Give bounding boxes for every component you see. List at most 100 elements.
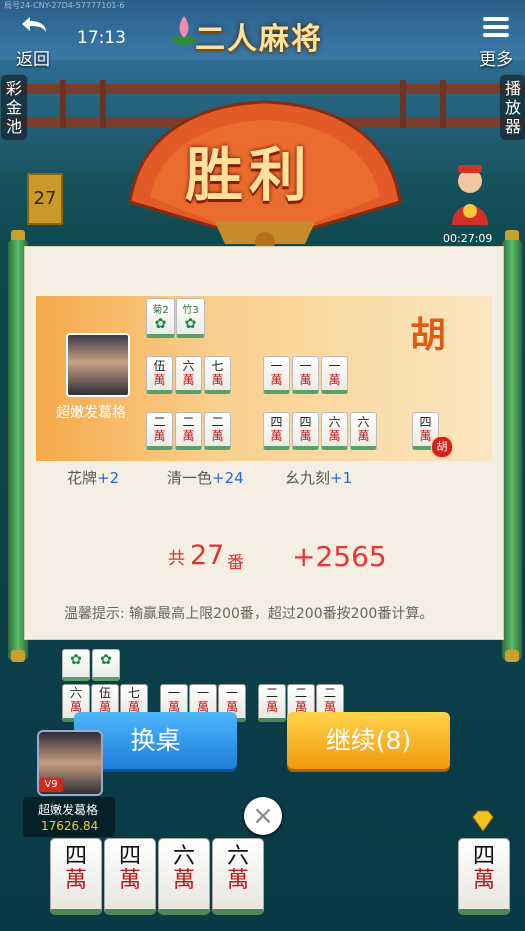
tile-num: 一 xyxy=(225,686,238,700)
fan-item: 花牌+2 xyxy=(67,467,119,488)
tile-num: 四 xyxy=(472,844,495,869)
jackpot-button[interactable]: 彩金池 xyxy=(0,74,28,141)
tile-num: 伍 xyxy=(153,359,166,373)
tile-num: 四 xyxy=(299,415,312,429)
menu-icon xyxy=(483,17,509,37)
hand-tile[interactable]: 四萬 xyxy=(104,838,156,915)
scroll-rod xyxy=(502,240,522,660)
player-button[interactable]: 播放器 xyxy=(499,74,525,141)
tile-num: 一 xyxy=(328,359,341,373)
tile-suit: 萬 xyxy=(153,429,166,443)
tile-num: 二 xyxy=(294,686,307,700)
flower-icon: ✿ xyxy=(100,652,112,668)
fan-item: 清一色+24 xyxy=(167,467,244,488)
table-tile: 二萬 xyxy=(258,684,286,722)
total-fan: 27 xyxy=(190,540,225,571)
tile-suit: 萬 xyxy=(182,429,195,443)
tile-suit: 萬 xyxy=(182,373,195,387)
tile-suit: 萬 xyxy=(64,868,87,893)
hand-tile[interactable]: 六萬 xyxy=(158,838,210,915)
total-prefix: 共 xyxy=(168,549,185,569)
tile-num: 七 xyxy=(127,686,140,700)
tile-suit: 萬 xyxy=(472,868,495,893)
tile: 四萬 xyxy=(263,412,290,450)
tile-suit: 萬 xyxy=(299,373,312,387)
tile-suit: 萬 xyxy=(270,429,283,443)
tile-suit: 萬 xyxy=(270,373,283,387)
winner-name: 超嫩发葛格 xyxy=(56,405,126,421)
flower-tile: 菊2 ✿ xyxy=(146,298,175,338)
tile-num: 一 xyxy=(299,359,312,373)
tile-num: 一 xyxy=(196,686,209,700)
more-label: 更多 xyxy=(479,50,513,70)
close-icon: × xyxy=(252,801,274,831)
scroll-cap xyxy=(505,650,519,662)
tile: 一萬 xyxy=(321,356,348,394)
hand-tile[interactable]: 四萬 xyxy=(50,838,102,915)
tile-num: 四 xyxy=(118,844,141,869)
tile-num: 一 xyxy=(270,359,283,373)
total-unit: 番 xyxy=(227,553,244,573)
back-label: 返回 xyxy=(16,50,50,70)
flower-icon: ✿ xyxy=(70,652,82,668)
railing-post xyxy=(440,80,446,128)
back-arrow-icon xyxy=(22,17,46,32)
fan-points: +1 xyxy=(330,469,353,487)
flower-name: 菊 xyxy=(152,305,163,316)
tile-num: 二 xyxy=(265,686,278,700)
tile-num: 六 xyxy=(172,844,195,869)
victory-title: 胜利 xyxy=(185,141,314,209)
tile-suit: 萬 xyxy=(172,868,195,893)
clock: 17:13 xyxy=(77,28,126,48)
tile: 一萬 xyxy=(263,356,290,394)
my-coins: 17626.84 xyxy=(41,819,99,833)
tile-suit: 萬 xyxy=(153,373,166,387)
railing-post xyxy=(60,80,66,128)
tile-suit: 萬 xyxy=(118,868,141,893)
game-title: 二人麻将 xyxy=(195,22,323,57)
hand-tile[interactable]: 六萬 xyxy=(212,838,264,915)
table-flower-tile: ✿ xyxy=(92,649,120,681)
fan-points: +2 xyxy=(97,469,120,487)
tile-num: 四 xyxy=(419,415,432,429)
hu-badge: 胡 xyxy=(431,436,453,458)
tile-num: 七 xyxy=(211,359,224,373)
fan-item: 幺九刻+1 xyxy=(285,467,352,488)
gem-icon xyxy=(472,810,494,832)
continue-button[interactable]: 继续(8) xyxy=(287,712,450,769)
table-flower-tile: ✿ xyxy=(62,649,90,681)
tile: 六萬 xyxy=(175,356,202,394)
tile-suit: 萬 xyxy=(226,868,249,893)
tile-num: 六 xyxy=(69,686,82,700)
fan-name: 花牌 xyxy=(67,469,98,487)
tile: 六萬 xyxy=(321,412,348,450)
more-button[interactable]: 更多 xyxy=(474,14,518,70)
vip-badge: V9 xyxy=(39,778,63,792)
flower-tile: 竹3 ✿ xyxy=(176,298,205,338)
lotus-icon xyxy=(172,10,196,48)
drawn-tile[interactable]: 四萬 xyxy=(458,838,510,915)
tile-num: 二 xyxy=(211,415,224,429)
tile-num: 六 xyxy=(226,844,249,869)
tile: 二萬 xyxy=(204,412,231,450)
fan-points: +24 xyxy=(212,469,244,487)
flower-icon: ✿ xyxy=(154,316,167,332)
tile-num: 二 xyxy=(323,686,336,700)
game-serial: 局号24-CNY-27D4-57777101-6 xyxy=(4,1,125,10)
game-timer: 00:27:09 xyxy=(443,232,493,245)
tile-num: 六 xyxy=(328,415,341,429)
flower-name: 竹 xyxy=(182,305,193,316)
fan-name: 清一色 xyxy=(167,469,213,487)
back-button[interactable]: 返回 xyxy=(12,14,54,70)
tile: 六萬 xyxy=(350,412,377,450)
tile-suit: 萬 xyxy=(328,373,341,387)
flower-icon: ✿ xyxy=(184,316,197,332)
close-button[interactable]: × xyxy=(244,797,282,835)
tile-suit: 萬 xyxy=(211,429,224,443)
tile-suit: 萬 xyxy=(328,429,341,443)
tile: 二萬 xyxy=(175,412,202,450)
tile-num: 伍 xyxy=(98,686,111,700)
tile-num: 六 xyxy=(182,359,195,373)
tile: 伍萬 xyxy=(146,356,173,394)
tile-num: 一 xyxy=(167,686,180,700)
